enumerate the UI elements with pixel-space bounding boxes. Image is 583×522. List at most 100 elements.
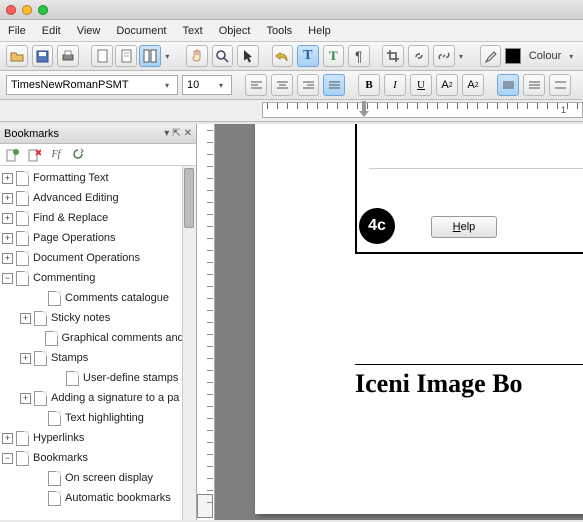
menu-edit[interactable]: Edit: [42, 25, 61, 37]
open-icon[interactable]: [6, 45, 28, 67]
para-loose-icon[interactable]: [523, 74, 545, 96]
expand-icon[interactable]: +: [2, 213, 13, 224]
panel-pin-icon[interactable]: ⇱: [172, 128, 180, 139]
single-page-icon[interactable]: [115, 45, 137, 67]
bookmark-node[interactable]: +Page Operations: [0, 228, 196, 248]
font-family-combo[interactable]: TimesNewRomanPSMT ▾: [6, 75, 178, 95]
page-mode-dropdown[interactable]: ▾: [165, 52, 173, 61]
align-left-icon[interactable]: [245, 74, 267, 96]
page-icon: [16, 191, 29, 206]
page-icon: [48, 411, 61, 426]
expand-icon[interactable]: +: [2, 433, 13, 444]
menu-object[interactable]: Object: [219, 25, 251, 37]
bookmark-label: Text highlighting: [65, 412, 144, 424]
zoom-tool-icon[interactable]: [212, 45, 234, 67]
chain-tool-icon[interactable]: [433, 45, 455, 67]
help-button[interactable]: Help: [431, 216, 497, 238]
expand-icon[interactable]: +: [20, 353, 31, 364]
align-center-icon[interactable]: [271, 74, 293, 96]
new-doc-icon[interactable]: [91, 45, 113, 67]
menu-text[interactable]: Text: [183, 25, 203, 37]
menu-document[interactable]: Document: [116, 25, 166, 37]
para-double-icon[interactable]: [549, 74, 571, 96]
bookmark-refresh-icon[interactable]: [70, 147, 86, 163]
add-bookmark-icon[interactable]: [4, 147, 20, 163]
bookmark-node[interactable]: +Adding a signature to a pa: [0, 388, 196, 408]
bookmarks-scrollbar[interactable]: [182, 166, 196, 520]
tree-spacer: [20, 293, 31, 304]
panel-close-icon[interactable]: ✕: [184, 128, 192, 139]
colour-dropdown[interactable]: ▾: [569, 52, 577, 61]
bookmark-label: Formatting Text: [33, 172, 109, 184]
bookmark-node[interactable]: + Hyperlinks: [0, 428, 196, 448]
text-tool-icon[interactable]: T: [323, 45, 345, 67]
menu-help[interactable]: Help: [308, 25, 331, 37]
bookmark-font-icon[interactable]: Ff: [48, 147, 64, 163]
bookmark-node[interactable]: +Document Operations: [0, 248, 196, 268]
colour-swatch[interactable]: [505, 48, 521, 64]
bookmark-label: Bookmarks: [33, 452, 88, 464]
panel-menu-icon[interactable]: ▾: [164, 128, 169, 139]
expand-icon[interactable]: +: [20, 313, 31, 324]
page-icon: [48, 491, 61, 506]
bookmark-node[interactable]: Text highlighting: [0, 408, 196, 428]
menu-tools[interactable]: Tools: [266, 25, 292, 37]
main-split: Bookmarks ▾ ⇱ ✕ Ff + Formatting Text +Adva…: [0, 124, 583, 520]
expand-icon[interactable]: +: [2, 233, 13, 244]
bookmarks-tree: + Formatting Text +Advanced Editing+Find &…: [0, 166, 196, 520]
close-window-button[interactable]: [6, 5, 16, 15]
expand-icon[interactable]: +: [2, 253, 13, 264]
delete-bookmark-icon[interactable]: [26, 147, 42, 163]
tools-dropdown[interactable]: ▾: [459, 52, 467, 61]
scrollbar-thumb[interactable]: [184, 168, 194, 228]
bookmark-node[interactable]: Graphical comments and m: [0, 328, 196, 348]
para-single-icon[interactable]: [497, 74, 519, 96]
horizontal-ruler[interactable]: 1: [262, 102, 583, 118]
continuous-page-icon[interactable]: [139, 45, 161, 67]
bookmark-node[interactable]: −Commenting: [0, 268, 196, 288]
bookmark-node[interactable]: +Find & Replace: [0, 208, 196, 228]
bookmark-node[interactable]: User-define stamps: [0, 368, 196, 388]
link-tool-icon[interactable]: [408, 45, 430, 67]
font-size-combo[interactable]: 10 ▾: [182, 75, 232, 95]
bold-button[interactable]: B: [358, 74, 380, 96]
bookmark-node[interactable]: Automatic bookmarks: [0, 488, 196, 508]
save-icon[interactable]: [32, 45, 54, 67]
crop-tool-icon[interactable]: [382, 45, 404, 67]
collapse-icon[interactable]: −: [2, 453, 13, 464]
pointer-tool-icon[interactable]: [237, 45, 259, 67]
undo-icon[interactable]: [272, 45, 294, 67]
align-right-icon[interactable]: [297, 74, 319, 96]
italic-button[interactable]: I: [384, 74, 406, 96]
bookmark-node[interactable]: − Bookmarks: [0, 448, 196, 468]
bookmark-node[interactable]: +Sticky notes: [0, 308, 196, 328]
subscript-button[interactable]: A2: [462, 74, 484, 96]
bookmark-node[interactable]: On screen display: [0, 468, 196, 488]
underline-button[interactable]: U: [410, 74, 432, 96]
page-icon: [16, 431, 29, 446]
font-family-arrow: ▾: [165, 81, 173, 90]
menu-view[interactable]: View: [77, 25, 101, 37]
zoom-window-button[interactable]: [38, 5, 48, 15]
minimize-window-button[interactable]: [22, 5, 32, 15]
collapse-icon[interactable]: −: [2, 273, 13, 284]
document-canvas[interactable]: URL: http://www.iceni.com 4c Help O Icen…: [215, 124, 583, 520]
expand-icon[interactable]: +: [2, 193, 13, 204]
bookmark-node[interactable]: +Advanced Editing: [0, 188, 196, 208]
align-justify-icon[interactable]: [323, 74, 345, 96]
bookmark-node[interactable]: +Stamps: [0, 348, 196, 368]
vertical-ruler[interactable]: [197, 124, 215, 520]
bookmark-label: Hyperlinks: [33, 432, 84, 444]
expand-icon[interactable]: +: [20, 393, 31, 404]
menu-file[interactable]: File: [8, 25, 26, 37]
text-select-tool-icon[interactable]: T: [297, 45, 319, 67]
bookmark-node[interactable]: Comments catalogue: [0, 288, 196, 308]
superscript-button[interactable]: A2: [436, 74, 458, 96]
hand-tool-icon[interactable]: [186, 45, 208, 67]
print-icon[interactable]: [57, 45, 79, 67]
pilcrow-icon[interactable]: ¶: [348, 45, 370, 67]
zoom-control[interactable]: [197, 494, 213, 518]
bookmark-node[interactable]: + Formatting Text: [0, 168, 196, 188]
eyedropper-icon[interactable]: [480, 45, 502, 67]
expand-icon[interactable]: +: [2, 173, 13, 184]
